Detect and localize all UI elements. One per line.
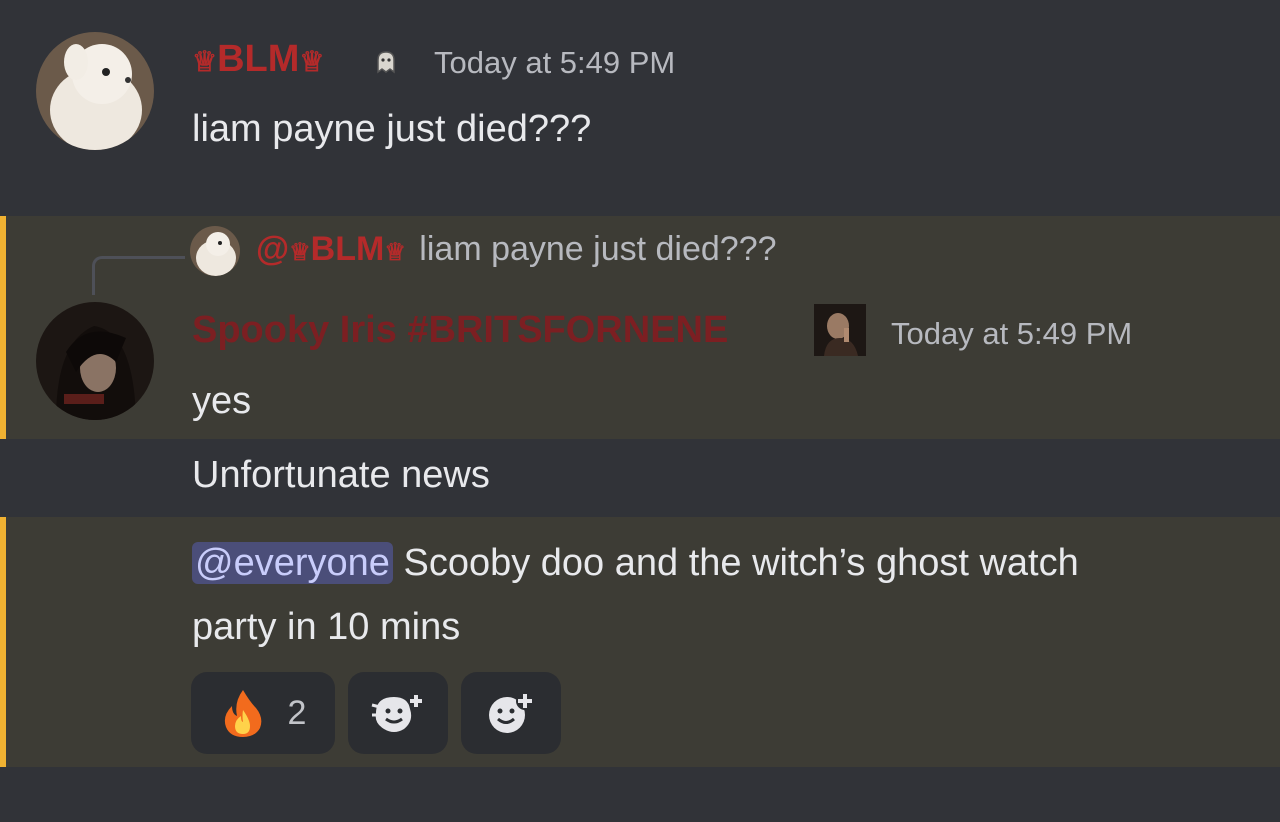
message-blm: ♕BLM♕ Today at 5:49 PM liam payne just d… xyxy=(0,0,1280,216)
mention-highlight-bar xyxy=(0,517,6,767)
reply-text: liam payne just died??? xyxy=(419,230,777,268)
message-text: liam payne just died??? xyxy=(192,108,592,150)
add-super-reaction-icon xyxy=(371,695,422,732)
reaction-count: 2 xyxy=(287,693,307,732)
message-body-line1: Scooby doo and the witch’s ghost watch xyxy=(403,542,1079,584)
message-body-line2: party in 10 mins xyxy=(192,606,461,648)
author-name[interactable]: Spooky Iris #BRITSFORNENE xyxy=(192,309,728,352)
reaction-fire[interactable]: 2 xyxy=(191,672,335,754)
reply-author: @♕BLM♕ xyxy=(256,230,406,268)
message-text: @everyone Scooby doo and the witch’s gho… xyxy=(192,531,1262,659)
add-super-reaction-button[interactable] xyxy=(348,672,448,754)
alpaca-plush-small-icon xyxy=(190,226,240,276)
role-badge-icon xyxy=(814,304,866,356)
reply-avatar[interactable] xyxy=(190,226,240,276)
dark-portrait-icon xyxy=(36,302,154,420)
alpaca-plush-icon xyxy=(36,32,154,150)
reply-reference[interactable]: @♕BLM♕ liam payne just died??? xyxy=(256,230,777,269)
message-continuation: Unfortunate news xyxy=(0,439,1280,517)
fire-emoji-icon xyxy=(224,690,261,737)
mention-highlight-bar xyxy=(0,216,6,439)
avatar-spooky-iris[interactable] xyxy=(36,302,154,420)
reply-connector xyxy=(92,256,185,295)
crown-right-icon: ♕ xyxy=(299,46,325,77)
message-spooky-iris: @♕BLM♕ liam payne just died??? Spooky Ir… xyxy=(0,216,1280,439)
message-text: Unfortunate news xyxy=(192,454,490,496)
crown-left-icon: ♕ xyxy=(192,46,218,77)
message-text: yes xyxy=(192,380,252,422)
timestamp: Today at 5:49 PM xyxy=(891,316,1133,351)
timestamp: Today at 5:49 PM xyxy=(434,45,676,80)
ghost-badge-icon xyxy=(376,50,396,74)
add-reaction-icon xyxy=(489,692,534,733)
avatar-blm[interactable] xyxy=(36,32,154,150)
add-reaction-button[interactable] xyxy=(461,672,561,754)
author-name[interactable]: ♕BLM♕ xyxy=(192,38,325,81)
everyone-mention[interactable]: @everyone xyxy=(192,542,393,584)
